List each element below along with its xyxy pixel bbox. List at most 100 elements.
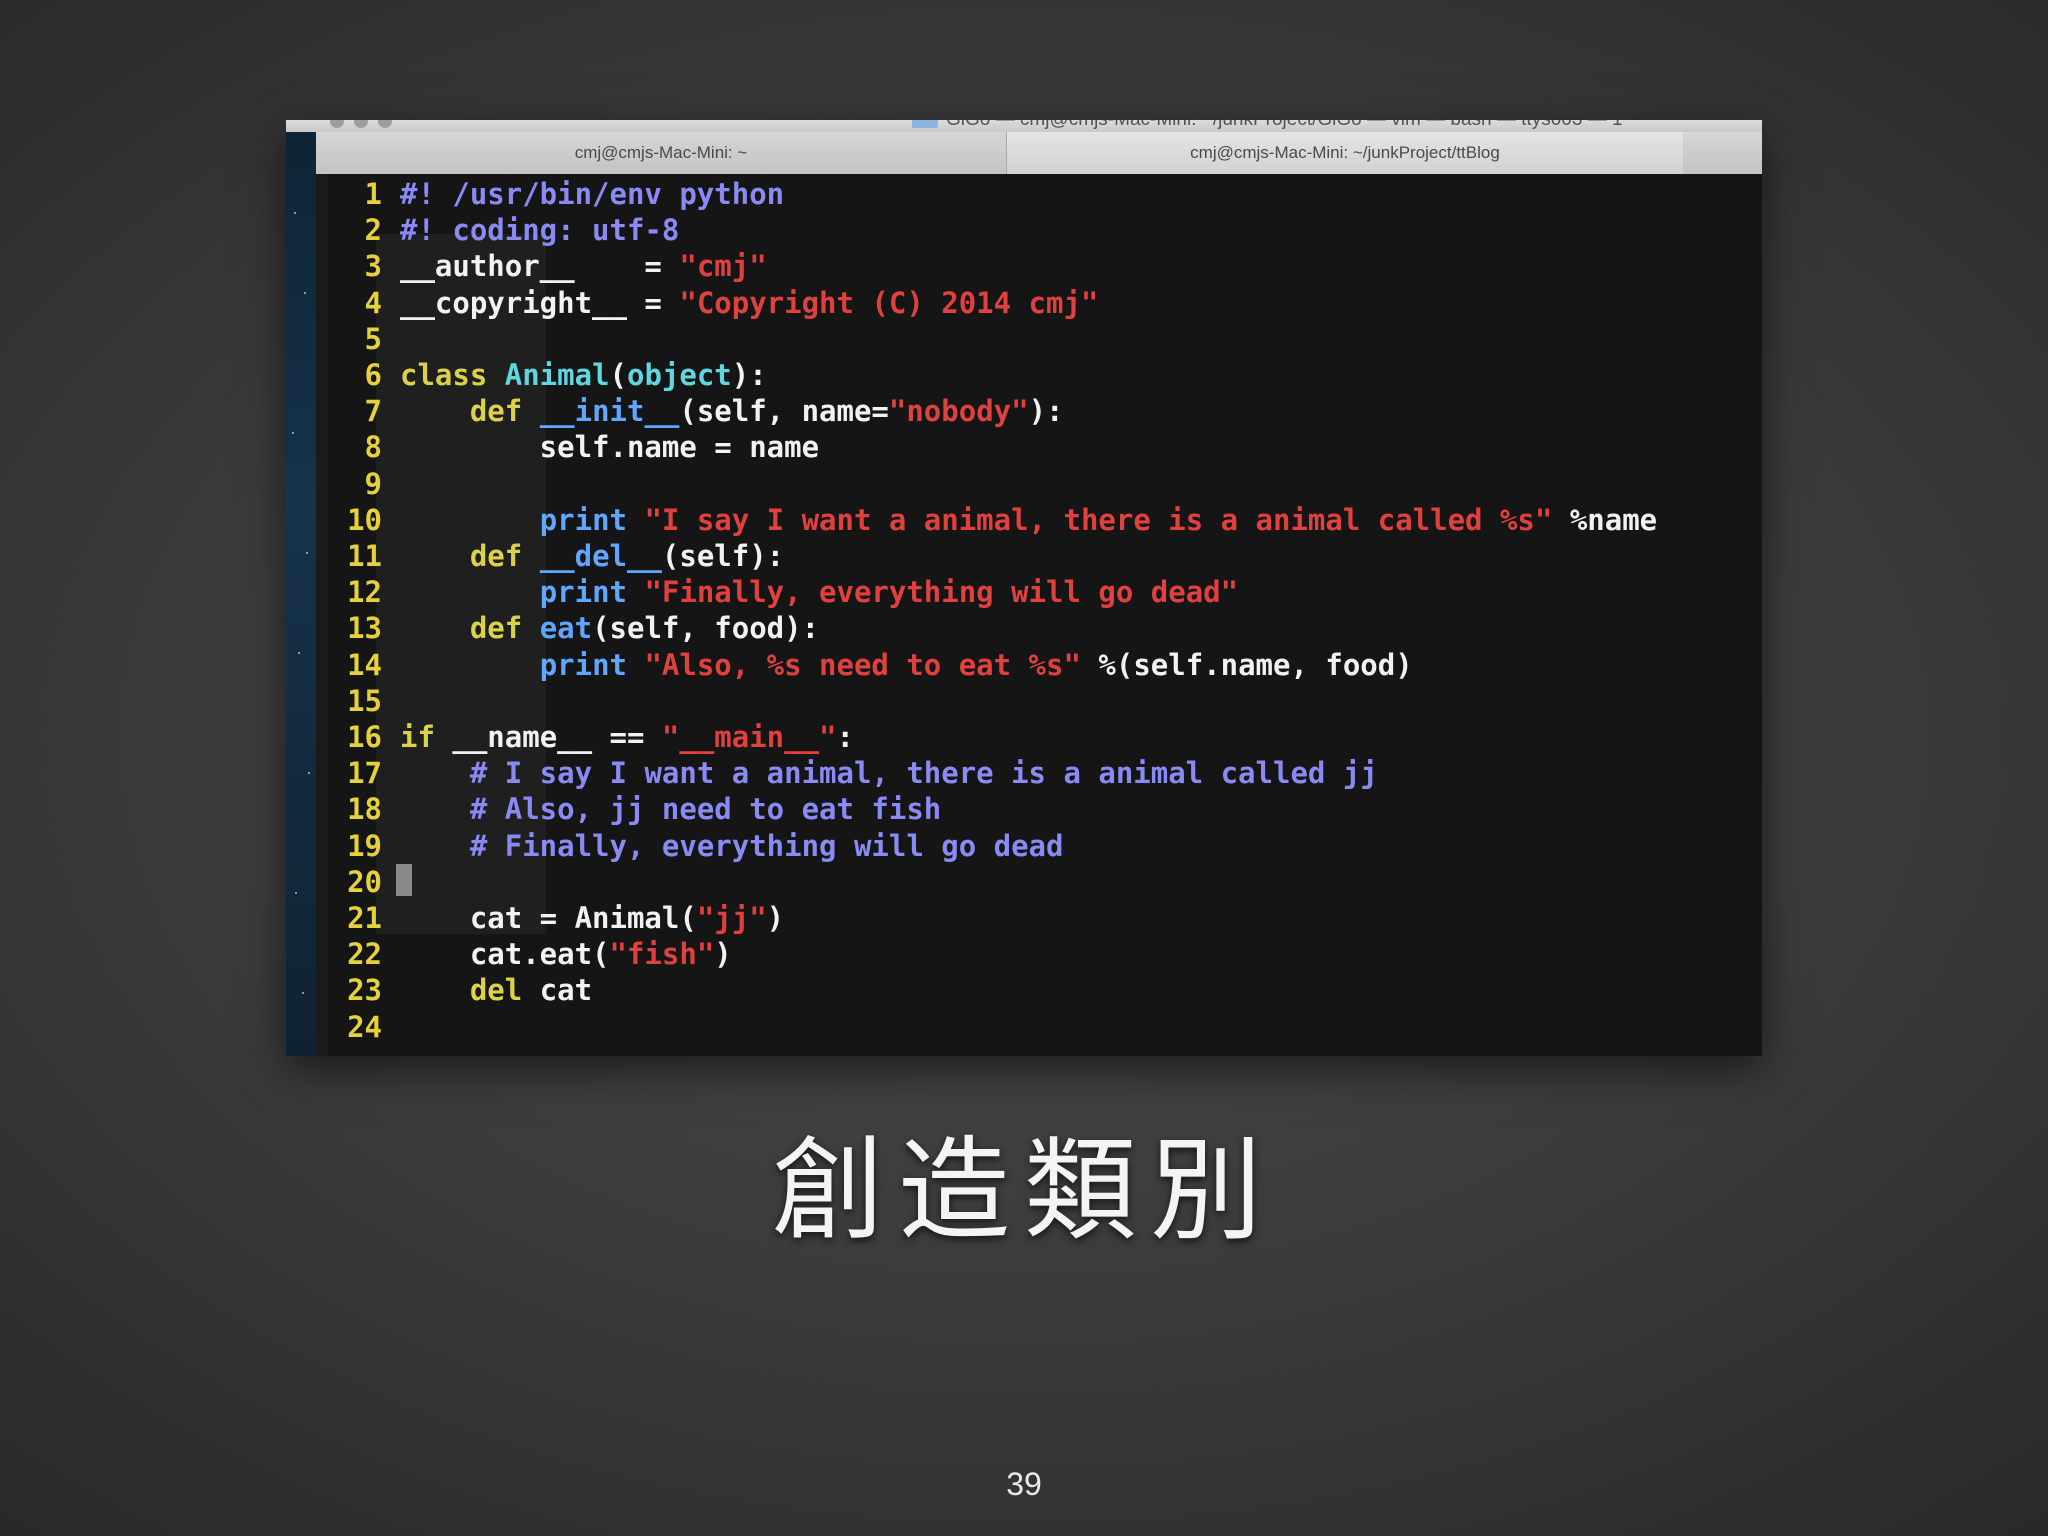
line-number: 20 bbox=[347, 864, 382, 899]
code-line[interactable]: 9 bbox=[316, 466, 400, 502]
code-line[interactable]: 20 bbox=[316, 864, 400, 900]
code-line[interactable]: 23 del cat bbox=[316, 972, 592, 1008]
line-number: 17 bbox=[347, 756, 382, 791]
code-line[interactable]: 14 print "Also, %s need to eat %s" %(sel… bbox=[316, 647, 1413, 683]
line-number: 19 bbox=[347, 828, 382, 863]
line-number: 16 bbox=[347, 720, 382, 754]
code-token: def bbox=[469, 539, 540, 573]
star-decoration bbox=[304, 292, 306, 294]
line-number: 8 bbox=[364, 430, 382, 465]
code-line[interactable]: 15 bbox=[316, 683, 400, 719]
code-text: cat.eat("fish") bbox=[400, 936, 732, 972]
code-line[interactable]: 5 bbox=[316, 321, 400, 357]
code-text: __author__ = "cmj" bbox=[400, 248, 767, 284]
code-line[interactable]: 13 def eat(self, food): bbox=[316, 610, 819, 646]
tab-label: cmj@cmjs-Mac-Mini: ~ bbox=[574, 143, 748, 162]
code-token: : bbox=[836, 720, 854, 754]
code-text: # Also, jj need to eat fish bbox=[400, 791, 941, 827]
code-token: (self, name= bbox=[679, 394, 889, 429]
code-token: # Finally, everything will go dead bbox=[469, 828, 1064, 863]
code-token: del bbox=[469, 973, 540, 1008]
code-token: print bbox=[539, 647, 645, 682]
code-text: def __del__(self): bbox=[400, 538, 784, 574]
code-token: Animal bbox=[504, 358, 610, 392]
code-token: def bbox=[469, 394, 540, 429]
code-text: print "I say I want a animal, there is a… bbox=[400, 502, 1657, 538]
code-line[interactable]: 3 __author__ = "cmj" bbox=[316, 248, 767, 284]
code-token: #! coding: utf-8 bbox=[400, 213, 680, 248]
star-decoration bbox=[294, 212, 296, 214]
code-token: # I say I want a animal, there is a anim… bbox=[469, 756, 1378, 791]
code-token: ( bbox=[609, 358, 627, 392]
terminal-window: GiGo — cmj@cmjs-Mac-Mini: ~/junkProject/… bbox=[286, 120, 1762, 1056]
code-text: # Finally, everything will go dead bbox=[400, 828, 1064, 864]
folder-icon bbox=[912, 120, 938, 128]
code-token: cat bbox=[539, 973, 593, 1008]
line-number: 18 bbox=[347, 792, 382, 827]
code-line[interactable]: 6 class Animal(object): bbox=[316, 357, 767, 393]
code-line[interactable]: 24 bbox=[316, 1009, 400, 1045]
line-number: 24 bbox=[347, 1009, 382, 1044]
code-token: %name bbox=[1552, 502, 1658, 537]
code-token: def bbox=[469, 611, 540, 646]
code-token: "fish" bbox=[609, 937, 715, 972]
close-window-button[interactable] bbox=[330, 120, 344, 128]
code-line[interactable]: 1 #! /usr/bin/env python bbox=[316, 176, 785, 212]
code-line[interactable]: 18 # Also, jj need to eat fish bbox=[316, 791, 941, 827]
code-line[interactable]: 12 print "Finally, everything will go de… bbox=[316, 574, 1238, 610]
code-text: del cat bbox=[400, 972, 592, 1008]
code-token: if bbox=[400, 720, 453, 754]
star-decoration bbox=[295, 892, 297, 894]
minimize-window-button[interactable] bbox=[354, 120, 368, 128]
star-decoration bbox=[308, 772, 310, 774]
terminal-tab-home[interactable]: cmj@cmjs-Mac-Mini: ~ bbox=[316, 132, 1007, 174]
code-line[interactable]: 17 # I say I want a animal, there is a a… bbox=[316, 755, 1378, 791]
code-line[interactable]: 7 def __init__(self, name="nobody"): bbox=[316, 393, 1064, 429]
line-number: 5 bbox=[364, 321, 382, 356]
code-line[interactable]: 11 def __del__(self): bbox=[316, 538, 784, 574]
code-token: %(self.name, food) bbox=[1080, 647, 1413, 682]
code-token: __author__ = bbox=[400, 249, 680, 284]
code-line[interactable]: 21 cat = Animal("jj") bbox=[316, 900, 784, 936]
code-token: cat.eat( bbox=[400, 937, 610, 972]
code-text: #! /usr/bin/env python bbox=[400, 176, 784, 212]
line-number: 15 bbox=[347, 683, 382, 718]
desktop-background-strip bbox=[286, 132, 316, 1056]
code-token: (self, food): bbox=[592, 611, 820, 646]
code-token: object bbox=[627, 358, 732, 392]
terminal-tab-ttblog[interactable]: cmj@cmjs-Mac-Mini: ~/junkProject/ttBlog bbox=[1007, 132, 1683, 174]
code-line[interactable]: 2 #! coding: utf-8 bbox=[316, 212, 680, 248]
line-number: 3 bbox=[364, 249, 382, 284]
code-line[interactable]: 4 __copyright__ = "Copyright (C) 2014 cmj… bbox=[316, 285, 1099, 321]
code-token: __del__ bbox=[539, 539, 662, 573]
line-number: 7 bbox=[364, 394, 382, 429]
code-token: "jj" bbox=[696, 901, 767, 935]
code-text: self.name = name bbox=[400, 429, 819, 465]
code-line[interactable]: 16 if __name__ == "__main__": bbox=[316, 719, 854, 755]
code-token: "cmj" bbox=[679, 249, 767, 284]
code-line[interactable]: 22 cat.eat("fish") bbox=[316, 936, 732, 972]
code-text: __copyright__ = "Copyright (C) 2014 cmj" bbox=[400, 285, 1098, 321]
line-number: 23 bbox=[347, 973, 382, 1008]
code-token: __init__ bbox=[539, 394, 680, 429]
code-line[interactable]: 8 self.name = name bbox=[316, 429, 820, 465]
vim-editor[interactable]: 1 #! /usr/bin/env python 2 #! coding: utf-8… bbox=[316, 174, 1762, 1056]
line-number: 12 bbox=[347, 575, 382, 610]
code-token: eat bbox=[539, 611, 593, 646]
code-token: (self): bbox=[661, 539, 785, 573]
code-line[interactable]: 19 # Finally, everything will go dead bbox=[316, 828, 1063, 864]
code-text: def eat(self, food): bbox=[400, 610, 819, 646]
code-line[interactable]: 10 print "I say I want a animal, there i… bbox=[316, 502, 1657, 538]
code-token: ) bbox=[766, 901, 785, 935]
code-token: "nobody" bbox=[888, 394, 1029, 429]
line-number: 22 bbox=[347, 937, 382, 972]
zoom-window-button[interactable] bbox=[378, 120, 392, 128]
line-number: 6 bbox=[364, 358, 382, 392]
